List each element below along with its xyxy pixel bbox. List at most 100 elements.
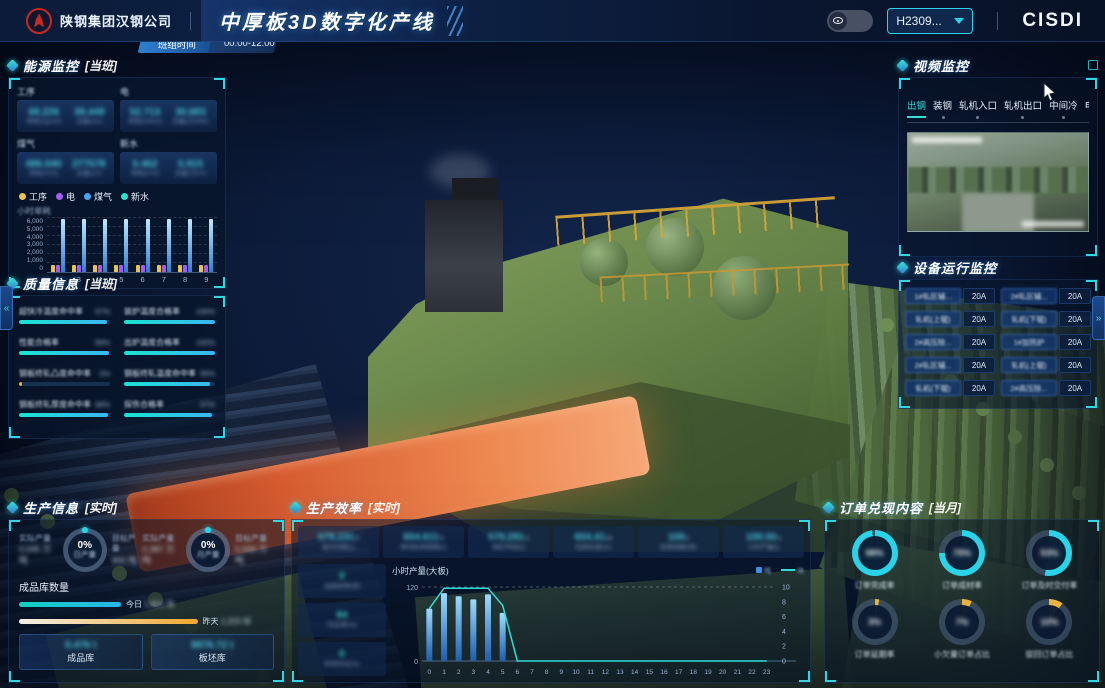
cctv-timestamp: [912, 137, 982, 143]
video-tab-3[interactable]: 轧机出口: [1004, 98, 1042, 117]
video-panel: 视频监控 出钢装钢轧机入口轧机出口中间冷电动热: [898, 56, 1098, 257]
svg-text:23: 23: [763, 669, 771, 676]
svg-text:18: 18: [690, 669, 698, 676]
device-row: 2#轧区辅...20A: [905, 357, 995, 373]
device-row: 轧机(下辊)20A: [1001, 311, 1091, 327]
device-row: 2#高压除...20A: [1001, 380, 1091, 396]
daily-output-gauge: 0%日产量: [63, 528, 107, 572]
svg-text:10: 10: [782, 585, 790, 592]
stock-bar: 昨天1,203 块: [19, 616, 274, 627]
panel-diamond-icon: [896, 261, 909, 274]
efficiency-title-suffix: [实时]: [368, 499, 400, 516]
quality-item: 装炉温度合格率100%: [124, 306, 215, 324]
slab-store-value: 8876.72 t: [191, 640, 233, 653]
quality-item: 钢板终轧温度命中率95%: [124, 368, 215, 386]
quality-item: 钢板终轧凸度命中率3%: [19, 368, 110, 386]
hourly-chart-title: 小时产量(大板): [392, 565, 449, 577]
efficiency-kpi-box: 84作业率(%): [298, 603, 386, 637]
monthly-output-gauge: 0%月产量: [186, 528, 230, 572]
header-bar: 陕钢集团汉钢公司 中厚板3D数字化产线 H2309... CISDI: [0, 0, 1105, 42]
svg-text:0: 0: [428, 669, 432, 676]
legend-item: 工序: [19, 190, 47, 203]
cctv-machinery: [908, 167, 1088, 193]
expand-icon[interactable]: [1088, 60, 1098, 70]
svg-text:9: 9: [560, 669, 564, 676]
quality-panel: 质量信息 [当班] 超快冷温度命中率97% 装炉温度合格率100% 性能合格率9…: [8, 274, 226, 439]
device-row: 1#加热炉20A: [1001, 334, 1091, 350]
orders-panel: 订单兑现内容 [当月] 98% 订单完成率 75% 订单成材率 53% 订单及时…: [824, 498, 1100, 683]
cctv-video-thumbnail[interactable]: [907, 132, 1089, 232]
energy-card: 工序 68.226单耗(kgce/t) 39.449总量(tce): [17, 85, 114, 132]
video-tab-2[interactable]: 轧机入口: [959, 98, 997, 117]
efficiency-kpi-box: 0当班异常(块): [298, 564, 386, 598]
svg-text:0: 0: [782, 659, 786, 666]
stock-bar: 今日1,801 块: [19, 599, 274, 610]
panel-diamond-icon: [289, 501, 302, 514]
quality-item: 超快冷温度命中率97%: [19, 306, 110, 324]
finished-store-card: 0.476 t 成品库: [19, 634, 143, 670]
chevron-down-icon: [954, 18, 964, 24]
energy-legend: 工序电煤气新水: [19, 190, 215, 203]
device-row: 2#高压除...20A: [905, 334, 995, 350]
efficiency-panel: 生产效率 [实时] 579.231s 道次间隔(s) 654.611s 单块轧制…: [291, 498, 811, 683]
efficiency-stat-card: 654.41m 轧制长度(m): [553, 526, 634, 558]
svg-text:10: 10: [572, 669, 580, 676]
svg-text:2: 2: [782, 644, 786, 651]
collapse-right-tab[interactable]: »: [1092, 296, 1105, 340]
visibility-toggle[interactable]: [827, 10, 873, 32]
monthly-actual-value: 0.387 万吨: [142, 544, 181, 566]
collapse-left-tab[interactable]: «: [0, 286, 13, 330]
cctv-camera-label: [1022, 221, 1084, 227]
efficiency-kpi-box: 0异常时间(%): [298, 642, 386, 676]
svg-text:7: 7: [530, 669, 534, 676]
quality-item: 出炉温度合格率100%: [124, 337, 215, 355]
svg-text:19: 19: [704, 669, 712, 676]
device-row: 轧机(下辊)20A: [905, 380, 995, 396]
efficiency-stat-card: 108s 轧制块数(块): [638, 526, 719, 558]
svg-text:6: 6: [782, 614, 786, 621]
panel-diamond-icon: [896, 59, 909, 72]
monthly-target-value: 5.000 万吨: [235, 544, 274, 566]
device-row: 轧机(上辊)20A: [1001, 357, 1091, 373]
efficiency-stat-card: 579.281s 纯轧时间(s): [468, 526, 549, 558]
energy-card: 电 52.713单耗(kWh/t) 30.683总量(万kWh): [120, 85, 217, 132]
quality-title: 质量信息: [23, 274, 79, 293]
production-title: 生产信息: [23, 498, 79, 517]
cisdi-logo: CISDI: [1022, 10, 1083, 32]
finished-store-label: 成品库: [67, 653, 94, 664]
energy-card: 煤气 486.040单耗(m³/t) 277578总量(m³): [17, 137, 114, 184]
mouse-cursor: [1042, 82, 1057, 107]
order-gauge: 98% 订单完成率: [833, 530, 916, 591]
device-row: 轧机(上辊)20A: [905, 311, 995, 327]
dashboard-stage: 陕钢集团汉钢公司 中厚板3D数字化产线 H2309... CISDI: [0, 0, 1105, 688]
orders-title: 订单兑现内容: [839, 498, 923, 517]
hourly-output-chart: 小时产量(大板) 吨块 1200108642001234567891011121…: [392, 564, 804, 682]
legend-item: 新水: [121, 190, 149, 203]
legend-item: 块: [781, 566, 804, 576]
efficiency-stat-card: 654.611s 单块轧制周期(s): [383, 526, 464, 558]
order-gauge: 7% 小欠量订单占比: [920, 599, 1003, 660]
panel-diamond-icon: [822, 501, 835, 514]
video-tab-1[interactable]: 装钢: [933, 98, 952, 117]
company-name: 陕钢集团汉钢公司: [60, 11, 172, 30]
order-gauge: 10% 驳回订单占比: [1008, 599, 1091, 660]
order-gauge: 3% 订单延期率: [833, 599, 916, 660]
panel-diamond-icon: [6, 59, 19, 72]
svg-text:4: 4: [782, 629, 786, 636]
video-tab-0[interactable]: 出钢: [907, 98, 926, 117]
svg-text:5: 5: [501, 669, 505, 676]
energy-title-suffix: [当班]: [85, 57, 117, 74]
efficiency-stat-card: 108.00s 小时产量(t): [723, 526, 804, 558]
company-logo: [26, 8, 52, 34]
svg-text:17: 17: [675, 669, 683, 676]
finished-store-value: 0.476 t: [65, 640, 96, 653]
plate-id-dropdown[interactable]: H2309...: [887, 8, 973, 34]
order-gauge: 53% 订单及时交付率: [1008, 530, 1091, 591]
video-tab-5[interactable]: 电动热: [1085, 98, 1089, 117]
svg-text:0: 0: [414, 659, 418, 666]
svg-text:15: 15: [646, 669, 654, 676]
svg-text:8: 8: [782, 599, 786, 606]
energy-chart-label: 小时单耗: [17, 205, 217, 217]
production-title-suffix: [实时]: [85, 499, 117, 516]
quality-item: 性能合格率99%: [19, 337, 110, 355]
